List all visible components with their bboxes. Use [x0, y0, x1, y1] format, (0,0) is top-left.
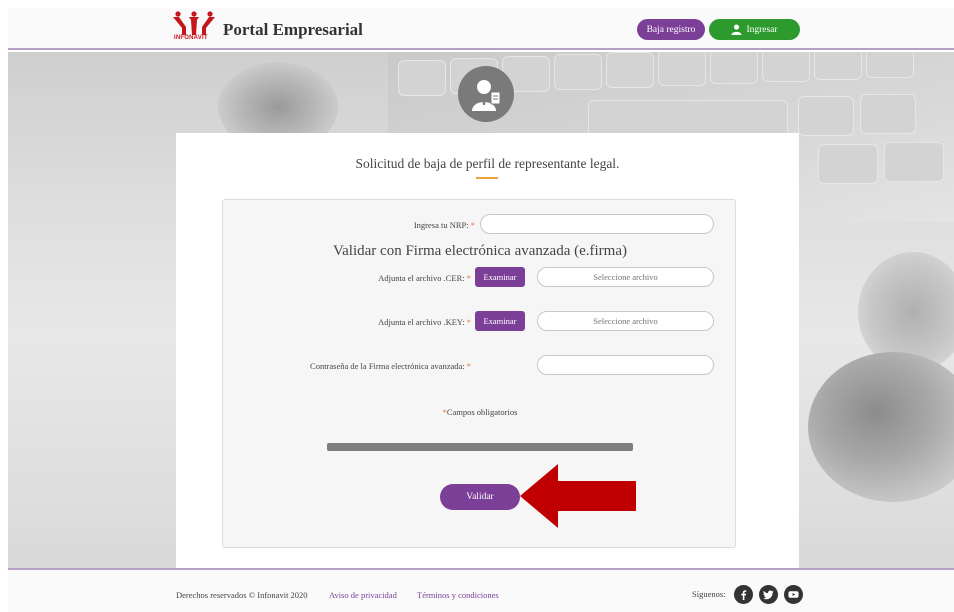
required-mark: *: [466, 317, 471, 327]
twitter-icon: [763, 590, 774, 600]
header: INFONAVIT Portal Empresarial Baja regist…: [0, 0, 954, 52]
cer-file-input[interactable]: [537, 267, 714, 287]
portal-title: Portal Empresarial: [223, 20, 363, 39]
footer-copyright: Derechos reservados © Infonavit 2020: [176, 590, 308, 600]
key-file-input[interactable]: [537, 311, 714, 331]
efirma-section-title: Validar con Firma electrónica avanzada (…: [332, 243, 627, 259]
infonavit-logo[interactable]: INFONAVIT: [173, 11, 215, 47]
nrp-label: Ingresa tu NRP: *: [413, 220, 475, 230]
required-mark: *: [466, 273, 471, 283]
cer-label: Adjunta el archivo .CER: *: [378, 273, 471, 283]
coffee-bean-decoration: [808, 352, 954, 502]
youtube-button[interactable]: [784, 585, 803, 604]
youtube-icon: [788, 591, 799, 598]
logo-text: INFONAVIT: [174, 35, 208, 41]
terms-link[interactable]: Términos y condiciones: [417, 590, 499, 600]
form-panel: Ingresa tu NRP: * Validar con Firma elec…: [222, 199, 736, 548]
twitter-button[interactable]: [759, 585, 778, 604]
cer-examinar-button[interactable]: Examinar: [475, 267, 525, 287]
representative-avatar: [458, 66, 514, 122]
user-icon: [731, 24, 742, 35]
follow-label: Síguenos:: [692, 589, 726, 599]
header-bar: [8, 8, 954, 50]
captcha-placeholder-bar: [327, 443, 633, 451]
key-label: Adjunta el archivo .KEY: *: [378, 317, 471, 327]
required-fields-note: *Campos obligatorios: [442, 407, 518, 417]
page-title: Solicitud de baja de perfil de represent…: [355, 156, 620, 171]
baja-registro-button[interactable]: Baja registro: [637, 19, 705, 40]
nrp-input[interactable]: [480, 214, 714, 234]
password-input[interactable]: [537, 355, 714, 375]
privacy-link[interactable]: Aviso de privacidad: [329, 590, 397, 600]
key-examinar-button[interactable]: Examinar: [475, 311, 525, 331]
required-mark: *: [466, 361, 471, 371]
baja-form-card: Solicitud de baja de perfil de represent…: [176, 133, 799, 568]
title-underline: [476, 177, 498, 179]
validar-button[interactable]: Validar: [440, 484, 520, 510]
infonavit-logo-icon: [173, 11, 215, 35]
red-arrow-icon: [520, 464, 636, 528]
facebook-icon: [741, 590, 747, 600]
legal-representative-icon: [472, 80, 501, 111]
ingresar-label: Ingresar: [746, 24, 778, 35]
footer: Derechos reservados © Infonavit 2020 Avi…: [8, 568, 954, 612]
required-mark: *: [470, 220, 475, 230]
ingresar-button[interactable]: Ingresar: [709, 19, 800, 40]
facebook-button[interactable]: [734, 585, 753, 604]
password-label: Contraseña de la Firma electrónica avanz…: [310, 361, 471, 371]
